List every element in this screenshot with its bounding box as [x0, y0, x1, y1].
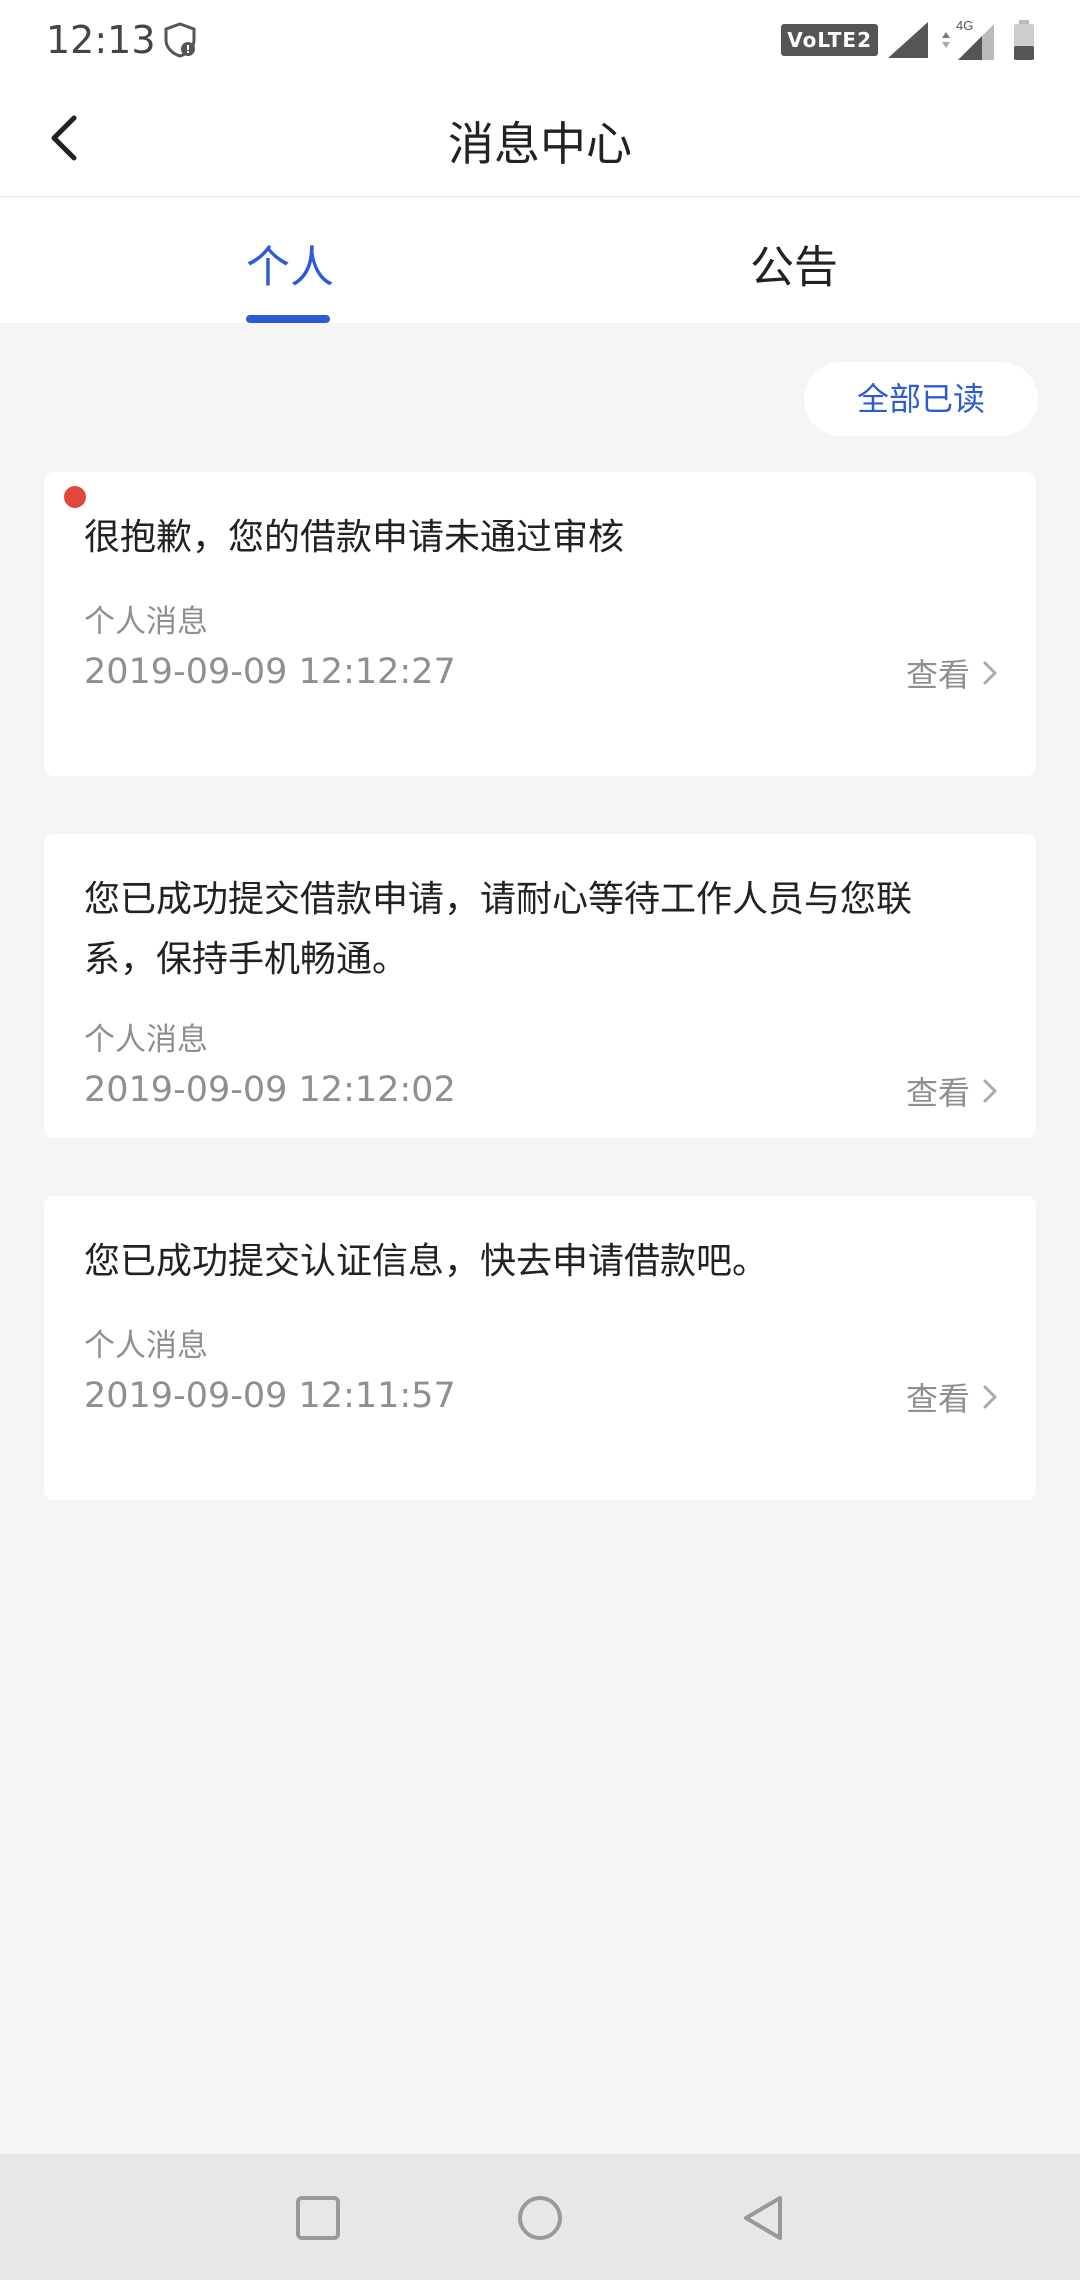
recents-square-icon[interactable] [294, 2194, 342, 2242]
battery-icon [1014, 20, 1034, 60]
tab-bar: 个人 公告 [0, 197, 1080, 323]
mark-all-read-button[interactable]: 全部已读 [804, 362, 1038, 436]
view-link[interactable]: 查看 [906, 650, 1000, 696]
shield-icon [164, 22, 196, 58]
view-label: 查看 [905, 1074, 970, 1112]
status-time: 12:13 [46, 18, 156, 62]
chevron-right-icon [983, 661, 997, 685]
message-card[interactable]: 您已成功提交认证信息，快去申请借款吧。 个人消息 2019-09-09 12:1… [44, 1196, 1036, 1500]
system-nav-bar [0, 2154, 1080, 2280]
message-card[interactable]: 您已成功提交借款申请，请耐心等待工作人员与您联系，保持手机畅通。 个人消息 20… [44, 834, 1036, 1138]
unread-dot [64, 486, 86, 508]
message-time: 2019-09-09 12:12:02 [84, 1070, 456, 1110]
signal-4g-icon: 4G [942, 18, 994, 60]
signal-icon [888, 22, 928, 58]
message-time: 2019-09-09 12:11:57 [84, 1376, 456, 1416]
message-category: 个人消息 [84, 1022, 208, 1058]
app-header: 消息中心 [0, 80, 1080, 197]
message-time: 2019-09-09 12:12:27 [84, 652, 456, 692]
message-category: 个人消息 [84, 604, 208, 640]
chevron-right-icon [983, 1385, 997, 1409]
status-bar: 12:13 VoLTE2 4G [0, 0, 1080, 80]
message-title: 您已成功提交借款申请，请耐心等待工作人员与您联系，保持手机畅通。 [84, 879, 913, 980]
network-type-label: 4G [956, 18, 973, 33]
page-title: 消息中心 [448, 117, 632, 171]
tab-personal[interactable]: 个人 [246, 231, 334, 295]
message-title: 您已成功提交认证信息，快去申请借款吧。 [84, 1241, 769, 1282]
view-link[interactable]: 查看 [906, 1068, 1000, 1114]
message-title: 很抱歉，您的借款申请未通过审核 [84, 517, 625, 558]
message-card[interactable]: 很抱歉，您的借款申请未通过审核 个人消息 2019-09-09 12:12:27… [44, 472, 1036, 776]
message-category: 个人消息 [84, 1328, 208, 1364]
active-tab-indicator [246, 315, 330, 323]
view-link[interactable]: 查看 [906, 1374, 1000, 1420]
tab-notice[interactable]: 公告 [750, 231, 838, 295]
view-label: 查看 [905, 656, 970, 694]
back-triangle-icon[interactable] [740, 2194, 788, 2242]
view-label: 查看 [905, 1380, 970, 1418]
volte-badge: VoLTE2 [781, 24, 878, 56]
home-circle-icon[interactable] [516, 2194, 564, 2242]
chevron-right-icon [983, 1079, 997, 1103]
